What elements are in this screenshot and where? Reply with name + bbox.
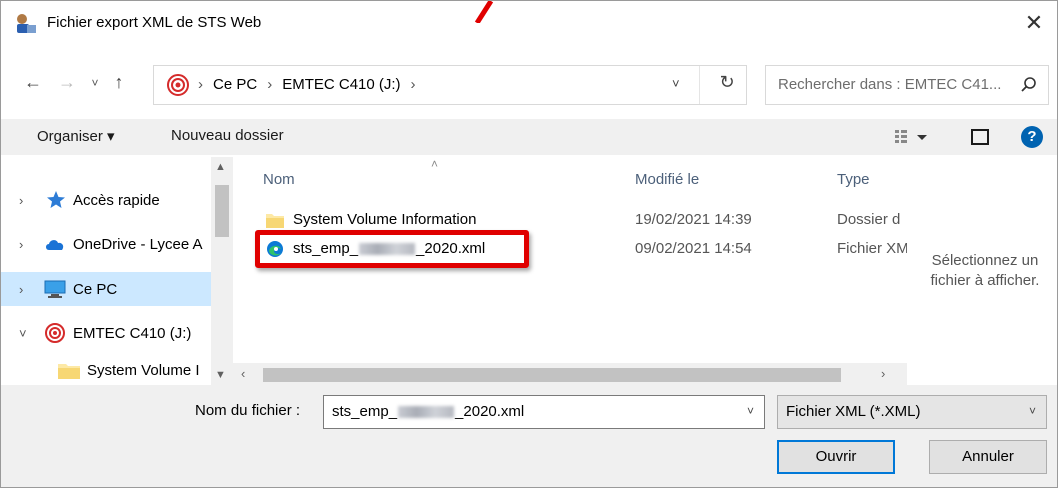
navigation-bar: ← → ˅ ↑ › Ce PC › EMTEC C410 (J:) › ˅ ↻ … <box>1 63 1057 107</box>
window-title: Fichier export XML de STS Web <box>47 14 262 31</box>
file-name: System Volume Information <box>293 211 477 228</box>
preview-message: Sélectionnez un fichier à afficher. <box>913 251 1057 291</box>
expand-chevron-icon[interactable]: › <box>19 193 23 208</box>
filename-field[interactable]: sts_emp_ _2020.xml ˅ <box>323 395 765 429</box>
sidebar-item-label: Accès rapide <box>73 191 160 209</box>
title-bar: Fichier export XML de STS Web ✕ <box>1 1 1057 45</box>
column-header-modified[interactable]: Modifié le <box>635 171 699 188</box>
filename-label: Nom du fichier : <box>195 402 301 419</box>
file-type: Fichier XM <box>837 240 907 257</box>
new-folder-button[interactable]: Nouveau dossier <box>171 127 284 144</box>
open-button[interactable]: Ouvrir <box>777 440 895 474</box>
preview-pane: Sélectionnez un fichier à afficher. <box>907 157 1057 385</box>
address-dropdown-icon[interactable]: ˅ <box>672 76 680 91</box>
scroll-down-icon[interactable]: ▼ <box>215 369 226 381</box>
file-open-dialog: Fichier export XML de STS Web ✕ ← → ˅ ↑ … <box>0 0 1058 488</box>
folder-icon <box>58 364 80 379</box>
filename-value: sts_emp_ _2020.xml <box>332 403 524 420</box>
usb-drive-icon <box>45 323 65 343</box>
sidebar-item-label: OneDrive - Lycee A <box>73 235 203 253</box>
cancel-button[interactable]: Annuler <box>929 440 1047 474</box>
folder-icon <box>266 214 284 228</box>
navigation-pane-scrollbar[interactable]: ▲ ▼ <box>211 157 233 385</box>
filename-suffix: _2020.xml <box>455 403 525 420</box>
close-icon: ✕ <box>1024 10 1044 35</box>
organise-button[interactable]: Organiser ▾ <box>37 127 115 145</box>
up-arrow-icon[interactable]: ↑ <box>107 72 131 93</box>
chevron-down-icon[interactable]: ˅ <box>747 404 754 418</box>
computer-icon <box>44 280 66 298</box>
filename-prefix: sts_emp_ <box>332 403 398 420</box>
refresh-icon[interactable]: ↻ <box>714 72 740 93</box>
dialog-footer: Nom du fichier : sts_emp_ _2020.xml ˅ Fic… <box>1 385 1057 487</box>
file-list: Nom ˄ Modifié le Type System Volume Info… <box>233 157 907 385</box>
expand-chevron-icon[interactable]: › <box>19 282 23 297</box>
preview-pane-icon[interactable] <box>971 129 989 145</box>
chevron-down-icon: ˅ <box>1028 404 1036 418</box>
star-icon <box>47 191 65 208</box>
command-toolbar: Organiser ▾ Nouveau dossier ? <box>1 119 1057 155</box>
back-arrow-icon[interactable]: ← <box>21 72 45 93</box>
cloud-icon <box>46 240 64 250</box>
preview-line: fichier à afficher. <box>930 272 1040 289</box>
column-header-name[interactable]: Nom <box>263 171 295 188</box>
scrollbar-thumb[interactable] <box>263 368 841 382</box>
sidebar-item-label: System Volume I <box>87 361 200 379</box>
scroll-right-icon[interactable]: › <box>881 366 885 381</box>
sidebar-item-onedrive[interactable]: › OneDrive - Lycee A <box>1 227 211 261</box>
breadcrumb: › Ce PC › EMTEC C410 (J:) › <box>198 76 416 93</box>
search-input[interactable]: Rechercher dans : EMTEC C41... <box>765 65 1049 105</box>
recent-locations-chevron-icon[interactable]: ˅ <box>83 76 107 90</box>
file-modified-date: 19/02/2021 14:39 <box>635 211 752 228</box>
scrollbar-thumb[interactable] <box>215 185 229 237</box>
breadcrumb-ce-pc[interactable]: Ce PC <box>213 76 257 93</box>
file-type: Dossier d <box>837 211 901 228</box>
sidebar-item-quick-access[interactable]: › Accès rapide <box>1 183 211 217</box>
breadcrumb-separator[interactable]: › <box>411 76 416 93</box>
sidebar-item-label: EMTEC C410 (J:) <box>73 324 192 342</box>
breadcrumb-separator: › <box>267 76 273 93</box>
view-options-icon[interactable] <box>893 127 933 147</box>
scroll-left-icon[interactable]: ‹ <box>241 366 245 381</box>
breadcrumb-separator: › <box>198 76 203 93</box>
sidebar-item-label: Ce PC <box>73 280 118 298</box>
help-icon[interactable]: ? <box>1021 126 1043 148</box>
sidebar-item-emtec-drive[interactable]: ˅ EMTEC C410 (J:) <box>1 316 211 350</box>
filetype-select[interactable]: Fichier XML (*.XML) ˅ <box>777 395 1047 429</box>
collapse-chevron-icon[interactable]: ˅ <box>19 326 27 341</box>
sort-ascending-icon: ˄ <box>431 157 439 171</box>
expand-chevron-icon[interactable]: › <box>19 237 23 252</box>
preview-line: Sélectionnez un <box>931 252 1039 269</box>
red-highlight-annotation <box>255 230 529 268</box>
forward-arrow-icon[interactable]: → <box>55 72 79 93</box>
breadcrumb-emtec[interactable]: EMTEC C410 (J:) <box>282 76 400 93</box>
close-button[interactable]: ✕ <box>1011 7 1057 39</box>
file-modified-date: 09/02/2021 14:54 <box>635 240 752 257</box>
search-icon[interactable] <box>1020 76 1038 94</box>
file-list-scrollbar[interactable]: ‹ › <box>233 363 907 385</box>
navigation-pane: › Accès rapide › OneDrive - Lycee A › Ce… <box>1 157 233 385</box>
app-icon <box>17 14 36 33</box>
filetype-value: Fichier XML (*.XML) <box>786 403 921 420</box>
usb-drive-icon <box>167 74 189 96</box>
redacted-text <box>398 406 455 419</box>
search-placeholder: Rechercher dans : EMTEC C41... <box>778 76 1002 93</box>
sidebar-item-system-volume[interactable]: System Volume I <box>1 353 211 387</box>
column-header-type[interactable]: Type <box>837 171 870 188</box>
address-bar[interactable]: › Ce PC › EMTEC C410 (J:) › ˅ ↻ <box>153 65 747 105</box>
sidebar-item-ce-pc[interactable]: › Ce PC <box>1 272 211 306</box>
scroll-up-icon[interactable]: ▲ <box>215 161 226 173</box>
address-divider <box>699 66 700 104</box>
